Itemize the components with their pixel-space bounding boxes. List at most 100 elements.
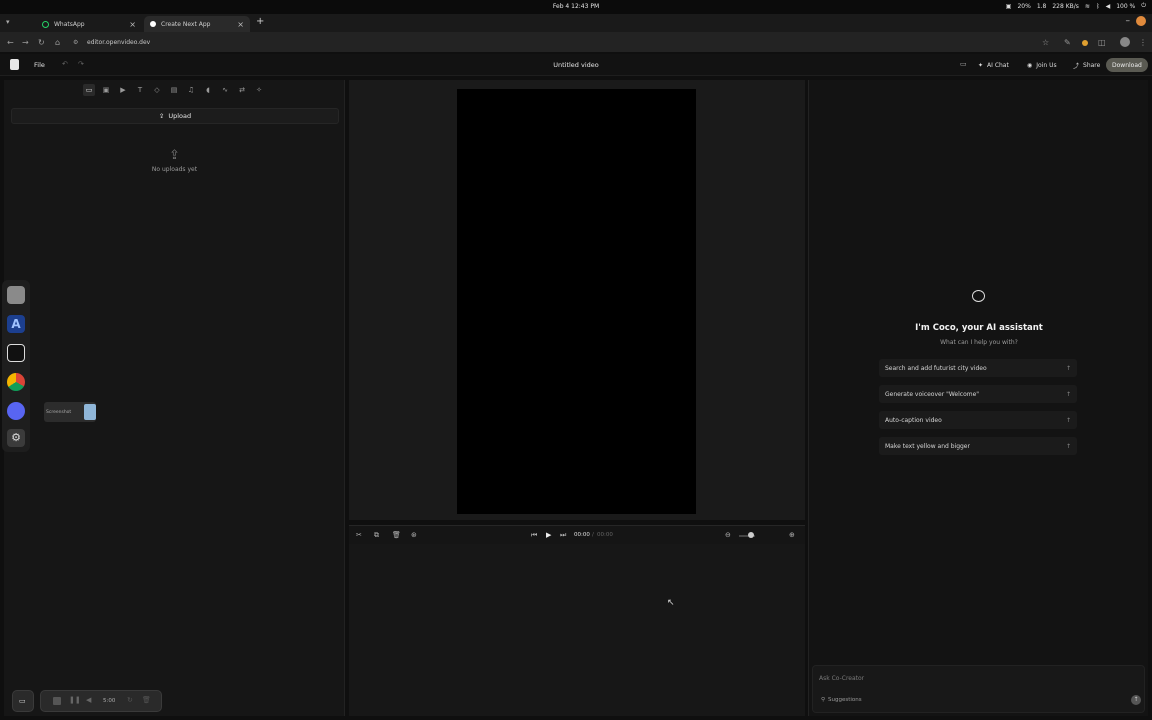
discord-app-icon[interactable] [7,402,25,420]
upload-tray-icon: ⇪ [169,148,180,163]
back-arrow-icon[interactable]: ← [7,38,14,47]
close-tab-icon[interactable]: × [129,20,136,29]
delete-trash-icon[interactable]: 🗑 [392,531,401,539]
discard-trash-icon[interactable]: 🗑 [142,696,151,704]
close-tab-icon[interactable]: × [237,20,244,29]
video-icon[interactable]: ▶ [117,84,129,96]
current-time: 00:00 [574,532,590,538]
app-header: File ↶ ↷ Untitled video ▭ ✦ AI Chat ◉ Jo… [0,54,1152,76]
caption-icon[interactable]: ▤ [168,84,180,96]
profile-avatar[interactable] [1120,37,1130,47]
bookmark-star-icon[interactable]: ☆ [1042,38,1049,47]
media-panel: ▭ ▣ ▶ T ◇ ▤ ♫ ◖ ∿ ⇄ ✧ ⇪ Upload ⇪ No uplo… [4,80,345,716]
recorder-time: 5:00 [103,698,116,704]
transition-icon[interactable]: ⇄ [236,84,248,96]
upload-label: Upload [168,112,192,120]
terminal-app-icon[interactable] [7,344,25,362]
mute-icon[interactable]: ◀ [86,696,91,704]
layout-icon[interactable]: ▭ [960,60,967,68]
assistant-subtitle: What can I help you with? [940,339,1018,346]
effects-icon[interactable]: ∿ [219,84,231,96]
share-button[interactable]: ⤴ Share [1067,59,1106,71]
extension-icon[interactable] [1082,40,1088,46]
network-speed-readout: 228 KB/s [1052,2,1079,10]
system-clock[interactable]: Feb 4 12:43 PM [0,3,1152,10]
reload-icon[interactable]: ↻ [38,38,45,47]
os-dock: A ⚙ [2,280,30,452]
suggestion-item[interactable]: Generate voiceover "Welcome" ↑ [879,385,1077,403]
memory-readout: 1.8 [1036,2,1047,10]
chrome-app-icon[interactable] [7,373,25,391]
magnet-snap-icon[interactable]: ⊛ [411,531,417,539]
text-icon[interactable]: T [134,84,146,96]
dragged-screenshot-thumbnail[interactable]: Screenshot [44,402,96,422]
send-arrow-icon[interactable]: ↑ [1131,695,1141,705]
suggestion-item[interactable]: Search and add futurist city video ↑ [879,359,1077,377]
share-icon: ⤴ [1073,62,1080,70]
join-us-button[interactable]: ◉ Join Us [1021,59,1063,71]
skip-back-icon[interactable]: ⏮ [531,531,537,540]
ai-chat-label: AI Chat [987,61,1009,69]
mic-icon[interactable]: ◖ [202,84,214,96]
display-icon[interactable]: ▣ [1006,3,1012,10]
music-icon[interactable]: ♫ [185,84,197,96]
url-text[interactable]: editor.openvideo.dev [87,39,150,46]
bluetooth-icon[interactable]: ᛒ [1096,3,1100,10]
home-icon[interactable]: ⌂ [55,38,60,47]
system-tray[interactable]: ▣ 20% 1.8 228 KB/s ≋ ᛒ ◀ 100 % ⏻ [1006,2,1146,10]
timeline-area[interactable]: ↖ [349,544,805,716]
zoom-slider-handle[interactable] [748,532,754,538]
wifi-icon[interactable]: ≋ [1085,3,1090,10]
skip-forward-icon[interactable]: ⏭ [560,531,566,540]
shapes-icon[interactable]: ◇ [151,84,163,96]
thumbnail-preview [84,404,96,420]
forward-arrow-icon[interactable]: → [22,38,29,47]
suggestion-item[interactable]: Make text yellow and bigger ↑ [879,437,1077,455]
extensions-puzzle-icon[interactable]: ◫ [1098,38,1106,47]
image-icon[interactable]: ▣ [100,84,112,96]
ai-chat-button[interactable]: ✦ AI Chat [972,59,1015,71]
pause-icon[interactable]: ❚❚ [69,696,81,704]
stop-icon[interactable] [53,697,61,705]
restart-icon[interactable]: ↻ [127,696,133,704]
files-app-icon[interactable] [7,286,25,304]
minimize-window-icon[interactable]: – [1126,16,1131,26]
suggestion-label: Search and add futurist city video [885,364,987,372]
split-scissors-icon[interactable]: ✂ [356,531,362,539]
tab-label: Create Next App [161,20,211,28]
folder-icon[interactable]: ▭ [83,84,95,96]
recorder-camera-button[interactable]: ▭ [12,690,34,712]
play-icon[interactable]: ▶ [546,531,551,539]
wand-icon: ⚲ [821,697,826,703]
arrow-up-icon: ↑ [1065,364,1071,372]
tab-list-chevron-icon[interactable]: ▾ [6,18,10,26]
pen-icon[interactable]: ✎ [1064,38,1071,47]
chat-composer: ⚲ Suggestions ↑ [812,665,1145,713]
close-window-icon[interactable] [1136,16,1146,26]
chat-input[interactable] [819,672,1119,684]
video-canvas[interactable] [457,89,696,514]
mouse-cursor-icon: ↖ [667,598,675,608]
empty-uploads-text: No uploads yet [151,166,198,173]
browser-menu-icon[interactable]: ⋮ [1139,38,1147,47]
zoom-in-icon[interactable]: ⊕ [789,531,795,539]
sparkle-icon[interactable]: ✧ [253,84,265,96]
tab-create-next-app[interactable]: Create Next App × [144,16,250,32]
browser-address-bar: ← → ↻ ⌂ ⚙ editor.openvideo.dev ☆ ✎ ◫ ⋮ [0,32,1152,52]
power-icon[interactable]: ⏻ [1141,2,1146,10]
upload-button[interactable]: ⇪ Upload [11,108,339,124]
suggestions-toggle[interactable]: ⚲ Suggestions [821,697,862,703]
discord-icon: ◉ [1027,61,1033,69]
nextjs-icon [150,21,156,27]
tab-whatsapp[interactable]: WhatsApp × [36,16,142,32]
duplicate-icon[interactable]: ⧉ [374,531,379,540]
new-tab-plus-icon[interactable]: + [256,16,264,27]
settings-gear-icon[interactable]: ⚙ [7,429,25,447]
volume-icon[interactable]: ◀ [1106,3,1111,10]
zoom-out-icon[interactable]: ⊖ [725,531,731,539]
font-app-icon[interactable]: A [7,315,25,333]
dragged-item-label: Screenshot [46,409,72,415]
site-info-icon[interactable]: ⚙ [73,39,78,46]
download-button[interactable]: Download [1106,58,1148,72]
suggestion-item[interactable]: Auto-caption video ↑ [879,411,1077,429]
